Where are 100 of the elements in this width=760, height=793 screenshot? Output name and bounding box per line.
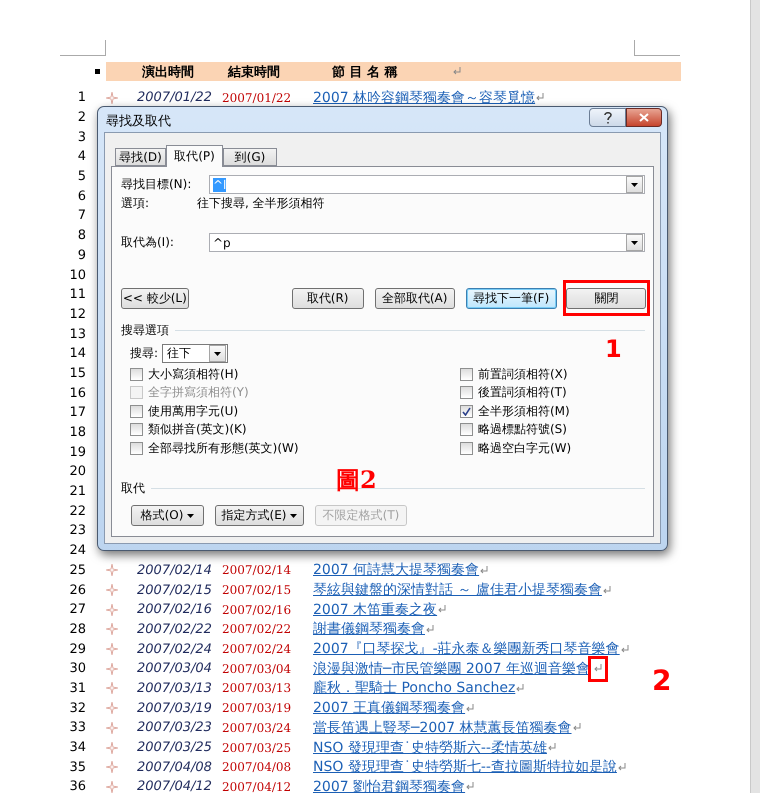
end-date: 2007/02/14 bbox=[222, 563, 292, 578]
less-button[interactable]: << 較少(L) bbox=[121, 288, 189, 308]
line-number: 24 bbox=[68, 543, 86, 558]
paragraph-mark-icon bbox=[618, 762, 626, 772]
program-title-link[interactable]: 謝書儀鋼琴獨奏會 bbox=[313, 620, 425, 638]
paragraph-mark-icon bbox=[466, 782, 474, 792]
help-button[interactable] bbox=[589, 108, 626, 127]
star-icon bbox=[106, 623, 118, 636]
checkbox[interactable] bbox=[130, 442, 143, 455]
line-number: 22 bbox=[68, 504, 86, 519]
line-number: 35 bbox=[68, 760, 86, 775]
section-title: 搜尋選項 bbox=[121, 322, 169, 339]
paragraph-mark-icon bbox=[480, 566, 488, 575]
tab[interactable]: 取代(P) bbox=[166, 145, 223, 167]
program-title-link[interactable]: 琴絃與鍵盤的深情對話 ～ 盧佳君小提琴獨奏會 bbox=[313, 581, 602, 600]
program-title-link[interactable]: 2007 王真儀鋼琴獨奏會 bbox=[313, 699, 466, 718]
column-header: 節 目 名 稱 bbox=[332, 64, 399, 80]
end-date: 2007/02/15 bbox=[222, 583, 292, 598]
checkbox-label: 全部尋找所有形態(英文)(W) bbox=[148, 440, 299, 457]
dropdown-button[interactable] bbox=[209, 345, 226, 362]
checkbox-label: 全半形須相符(M) bbox=[478, 402, 570, 420]
start-date: 2007/02/22 bbox=[137, 622, 213, 637]
end-date: 2007/04/12 bbox=[222, 780, 292, 793]
end-date: 2007/02/16 bbox=[222, 602, 292, 617]
checkbox-label: 略過空白字元(W) bbox=[478, 440, 572, 457]
start-date: 2007/03/19 bbox=[137, 700, 213, 716]
checkbox[interactable] bbox=[130, 368, 143, 381]
table-handle-icon[interactable] bbox=[95, 69, 100, 74]
callout-number: 2 bbox=[652, 667, 672, 695]
dialog-button[interactable]: 全部取代(A) bbox=[374, 288, 455, 308]
program-title-link[interactable]: 浪漫與激情─市民管樂團 2007 年巡迴音樂會 bbox=[313, 660, 590, 678]
dropdown-button[interactable] bbox=[626, 234, 643, 251]
end-date: 2007/01/22 bbox=[222, 90, 292, 105]
close-button[interactable] bbox=[626, 108, 662, 127]
program-title-link[interactable]: 2007 林吟容鋼琴獨奏會～容琴覓憶 bbox=[313, 88, 536, 107]
crop-mark bbox=[634, 40, 680, 56]
program-title-link[interactable]: NSO 發現理查˙史特勞斯七--查拉圖斯特拉如是說 bbox=[313, 758, 617, 776]
line-number: 28 bbox=[68, 622, 86, 637]
checkbox-label: 略過標點符號(S) bbox=[478, 421, 567, 438]
replace-field[interactable]: ^p bbox=[209, 233, 645, 252]
start-date: 2007/03/04 bbox=[137, 661, 213, 676]
paragraph-mark-icon bbox=[453, 67, 461, 76]
program-title-link[interactable]: NSO 發現理查˙史特勞斯六--柔情英雄 bbox=[313, 738, 547, 757]
line-number: 5 bbox=[76, 169, 86, 184]
paragraph-mark-icon bbox=[548, 743, 556, 752]
star-icon bbox=[106, 682, 118, 694]
star-icon bbox=[106, 662, 118, 675]
program-title-link[interactable]: 2007 何詩慧大提琴獨奏會 bbox=[313, 561, 480, 580]
checkbox[interactable] bbox=[460, 423, 473, 436]
format-button[interactable]: 指定方式(E) bbox=[215, 505, 304, 526]
tab[interactable]: 到(G) bbox=[223, 148, 277, 166]
star-icon bbox=[106, 584, 118, 596]
checkbox[interactable] bbox=[460, 386, 473, 400]
checkbox[interactable] bbox=[460, 404, 473, 418]
checkbox[interactable] bbox=[130, 423, 143, 436]
star-icon bbox=[106, 780, 118, 793]
start-date: 2007/04/08 bbox=[137, 760, 213, 775]
checkbox-label: 大小寫須相符(H) bbox=[148, 366, 238, 383]
paragraph-mark-icon bbox=[536, 93, 544, 102]
line-number: 33 bbox=[68, 720, 86, 736]
line-number: 19 bbox=[68, 444, 86, 460]
callout-number: 1 bbox=[605, 337, 622, 361]
program-title-link[interactable]: 2007 劉怡君鋼琴獨奏會 bbox=[313, 778, 466, 793]
line-number: 26 bbox=[68, 582, 86, 598]
paragraph-mark-icon bbox=[620, 644, 629, 654]
line-number: 27 bbox=[68, 602, 86, 618]
program-title-link[interactable]: 2007『口琴探戈』-莊永泰＆樂團新秀口琴音樂會 bbox=[313, 640, 620, 658]
line-number: 16 bbox=[68, 386, 86, 401]
window-title: 尋找及取代 bbox=[106, 113, 171, 130]
search-direction-dropdown[interactable]: 往下 bbox=[162, 344, 228, 363]
line-number: 30 bbox=[68, 661, 86, 676]
start-date: 2007/04/12 bbox=[137, 779, 213, 793]
crop-mark bbox=[60, 40, 106, 56]
checkbox[interactable] bbox=[460, 442, 473, 455]
checkbox-label: 類似拼音(英文)(K) bbox=[148, 421, 247, 438]
program-title-link[interactable]: 龐秋．聖騎士 Poncho Sanchez bbox=[313, 679, 516, 698]
start-date: 2007/02/14 bbox=[137, 562, 213, 578]
line-number: 29 bbox=[68, 642, 86, 657]
line-number: 32 bbox=[68, 700, 86, 716]
checkbox[interactable] bbox=[130, 404, 143, 418]
start-date: 2007/01/22 bbox=[137, 90, 213, 106]
program-title-link[interactable]: 當長笛遇上豎琴─2007 林慧蕙長笛獨奏會 bbox=[313, 718, 572, 737]
caret-icon bbox=[214, 352, 222, 356]
default-dialog-button[interactable]: 尋找下一筆(F) bbox=[466, 288, 557, 308]
column-header: 演出時間 bbox=[142, 64, 195, 80]
line-number: 25 bbox=[68, 562, 86, 578]
start-date: 2007/03/13 bbox=[137, 680, 213, 696]
format-button[interactable]: 格式(O) bbox=[131, 505, 204, 526]
dropdown-button[interactable] bbox=[626, 176, 643, 193]
program-title-link[interactable]: 2007 木笛重奏之夜 bbox=[313, 600, 438, 619]
checkbox[interactable] bbox=[460, 368, 473, 381]
dialog-button[interactable]: 關閉 bbox=[566, 288, 646, 308]
line-number: 23 bbox=[68, 523, 86, 538]
line-number: 15 bbox=[68, 366, 86, 381]
line-number: 6 bbox=[76, 188, 86, 204]
line-number: 21 bbox=[68, 484, 86, 500]
tab[interactable]: 尋找(D) bbox=[115, 148, 166, 166]
line-number: 8 bbox=[76, 228, 86, 244]
end-date: 2007/03/24 bbox=[222, 720, 292, 735]
dialog-button[interactable]: 取代(R) bbox=[292, 288, 364, 308]
